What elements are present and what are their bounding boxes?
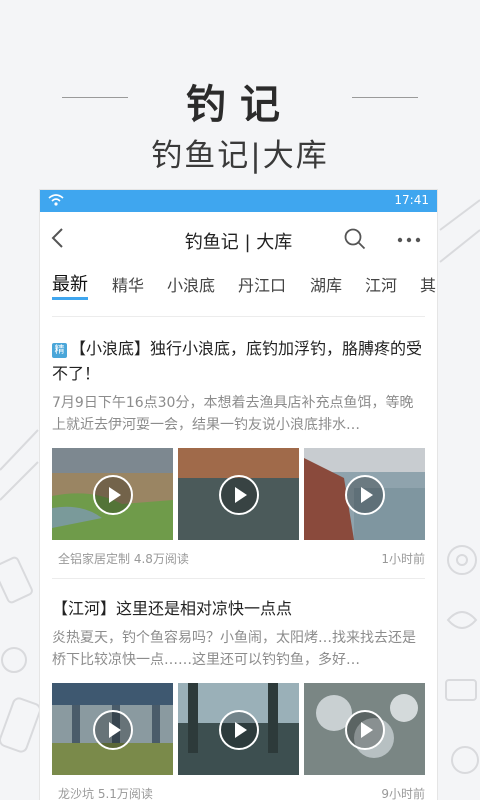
hero-subtitle: 钓鱼记|大库 (151, 138, 329, 174)
video-thumbnail[interactable] (52, 448, 173, 540)
article-card[interactable]: 【江河】这里还是相对凉快一点点 炎热夏天，钓个鱼容易吗？小鱼闹，太阳烤…找来找去… (52, 596, 425, 800)
play-icon[interactable] (345, 710, 385, 750)
article-time: 1小时前 (381, 552, 425, 566)
tabs-divider (52, 316, 425, 317)
article-divider (52, 578, 425, 579)
video-thumbnail[interactable] (52, 683, 173, 775)
play-icon[interactable] (219, 475, 259, 515)
tab-more[interactable]: 其 (420, 272, 436, 296)
video-thumbnail[interactable] (178, 683, 299, 775)
article-source: 全铝家居定制 4.8万阅读 (58, 552, 189, 566)
tab-lakes[interactable]: 湖库 (310, 272, 342, 296)
category-tabs: 最新 精华 小浪底 丹江口 湖库 江河 其 (40, 264, 437, 304)
tab-featured[interactable]: 精华 (112, 272, 144, 296)
more-icon[interactable] (397, 237, 421, 243)
article-meta: 龙沙坑 5.1万阅读 9小时前 (52, 785, 425, 800)
hero-title: 钓记 (186, 82, 294, 128)
tab-danjiangkou[interactable]: 丹江口 (238, 272, 286, 296)
article-title-text: 【小浪底】独行小浪底，底钓加浮钓，胳膊疼的受不了！ (52, 339, 423, 383)
tab-rivers[interactable]: 江河 (365, 272, 397, 296)
video-thumbnail[interactable] (304, 448, 425, 540)
article-time: 9小时前 (381, 787, 425, 800)
play-icon[interactable] (345, 475, 385, 515)
featured-badge: 精 (52, 343, 67, 358)
play-icon[interactable] (93, 710, 133, 750)
article-meta: 全铝家居定制 4.8万阅读 1小时前 (52, 550, 425, 570)
article-source: 龙沙坑 5.1万阅读 (58, 787, 153, 800)
article-summary: 炎热夏天，钓个鱼容易吗？小鱼闹，太阳烤…找来找去还是桥下比较凉快一点……这里还可… (52, 630, 416, 668)
play-icon[interactable] (219, 710, 259, 750)
video-thumbnail[interactable] (304, 683, 425, 775)
article-card[interactable]: 精【小浪底】独行小浪底，底钓加浮钓，胳膊疼的受不了！ 7月9日下午16点30分，… (52, 336, 425, 570)
read-count: 5.1万阅读 (97, 787, 153, 800)
search-icon[interactable] (344, 228, 366, 250)
page-title: 钓鱼记 | 大库 (184, 232, 293, 253)
video-thumbnails (52, 683, 425, 775)
status-bar: 17:41 (40, 190, 437, 212)
article-title[interactable]: 精【小浪底】独行小浪底，底钓加浮钓，胳膊疼的受不了！ (52, 336, 425, 386)
tab-latest[interactable]: 最新 (52, 270, 88, 296)
phone-screen: 17:41 钓鱼记 | 大库 最新 精华 小浪底 丹江口 湖库 江河 其 精【小… (40, 190, 437, 800)
status-time: 17:41 (394, 193, 429, 207)
app-bar: 钓鱼记 | 大库 (40, 212, 437, 264)
tab-xiaolangdi[interactable]: 小浪底 (167, 272, 215, 296)
article-summary: 7月9日下午16点30分，本想着去渔具店补充点鱼饵，等晚上就近去伊河耍一会，结果… (52, 395, 414, 433)
video-thumbnails (52, 448, 425, 540)
video-thumbnail[interactable] (178, 448, 299, 540)
read-count: 4.8万阅读 (133, 552, 189, 566)
play-icon[interactable] (93, 475, 133, 515)
article-title[interactable]: 【江河】这里还是相对凉快一点点 (52, 596, 425, 621)
active-tab-indicator (52, 297, 88, 300)
wifi-icon (48, 194, 64, 206)
